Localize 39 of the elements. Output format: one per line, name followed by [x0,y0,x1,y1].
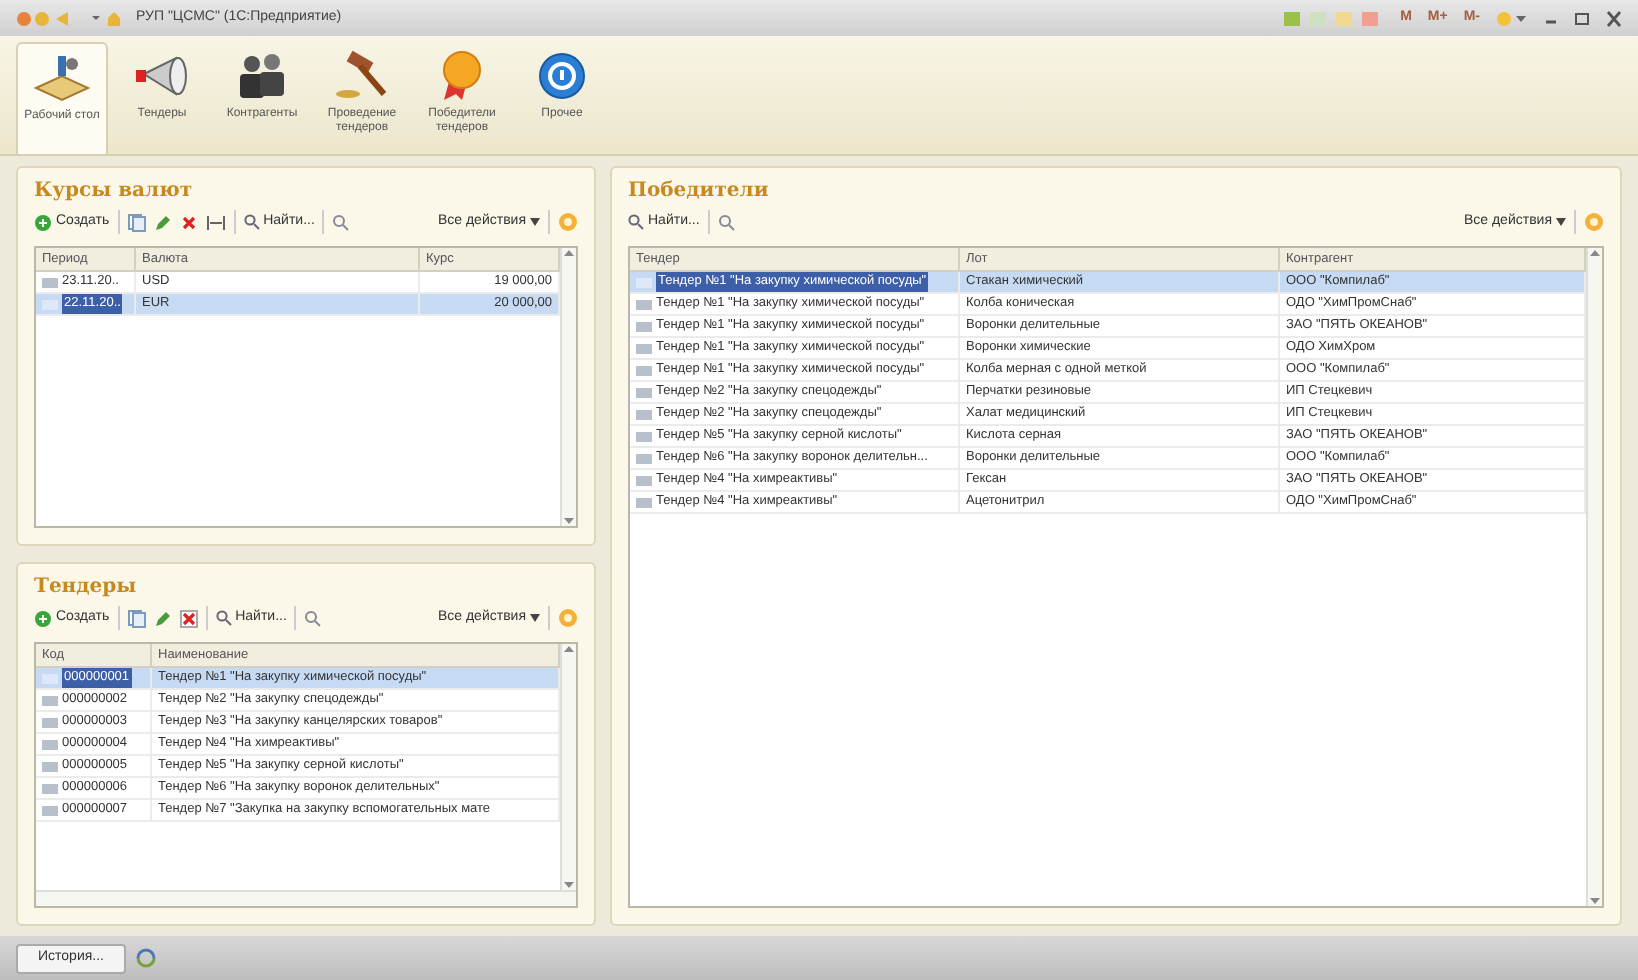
pencil-icon[interactable] [153,213,172,231]
refresh-icon[interactable] [133,946,158,970]
caret-icon [530,614,540,622]
scroll-up-icon[interactable] [564,248,574,258]
copy-icon[interactable] [127,213,146,231]
clear-search-icon[interactable] [717,213,736,231]
caret-icon [1556,218,1566,226]
delete-icon[interactable] [179,213,198,231]
panel-title: Тендеры [34,574,139,602]
clear-search-icon[interactable] [332,213,351,231]
panel-title: Курсы валют [34,178,195,206]
plus-icon [34,609,52,627]
vertical-scrollbar[interactable] [1586,248,1602,906]
clear-search-icon[interactable] [304,609,323,627]
vertical-scrollbar[interactable] [560,248,576,526]
delete-icon[interactable] [179,609,198,627]
help-icon[interactable] [558,608,578,628]
help-icon[interactable] [558,212,578,232]
plus-icon [34,213,52,231]
vertical-scrollbar[interactable] [560,644,576,890]
horizontal-scrollbar[interactable] [36,890,576,906]
range-icon[interactable] [205,213,226,231]
copy-icon[interactable] [127,609,146,627]
caret-icon [530,218,540,226]
scroll-up-icon[interactable] [564,644,574,654]
scroll-down-icon[interactable] [1590,896,1600,906]
scroll-up-icon[interactable] [1590,248,1600,258]
pencil-icon[interactable] [153,609,172,627]
scroll-down-icon[interactable] [564,516,574,526]
search-icon [628,214,644,230]
home-icon[interactable] [92,9,120,27]
search-icon [243,214,260,230]
gavel-icon [332,50,392,102]
close-icon[interactable] [1606,9,1622,27]
help-icon[interactable] [1584,212,1604,232]
search-icon [215,610,232,626]
desk-lamp-icon [32,52,92,104]
panel-title: Победители [628,178,771,206]
restore-icon[interactable] [1574,9,1590,27]
